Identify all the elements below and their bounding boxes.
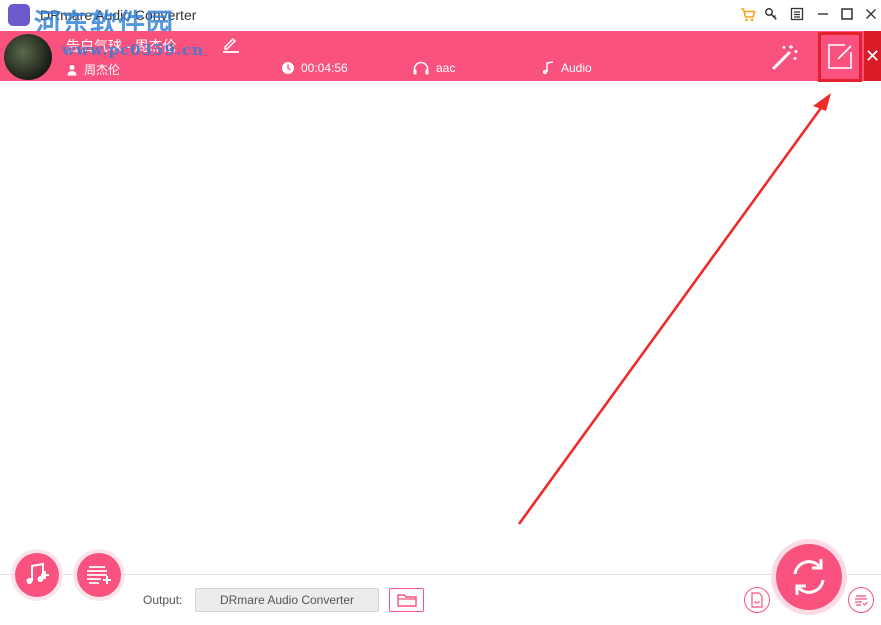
edit-icon	[828, 44, 852, 69]
key-icon[interactable]	[760, 4, 782, 24]
converted-history-button[interactable]	[744, 587, 770, 613]
output-path-field[interactable]: DRmare Audio Converter	[195, 588, 379, 612]
list-add-icon	[87, 566, 111, 584]
open-folder-button[interactable]	[389, 588, 424, 612]
refresh-icon	[793, 559, 825, 595]
app-logo	[8, 4, 30, 26]
maximize-button[interactable]	[836, 4, 858, 24]
cart-icon[interactable]	[737, 4, 759, 24]
track-artist: 周杰伦	[84, 63, 121, 77]
track-format-group: aac	[412, 61, 455, 75]
clock-icon	[282, 62, 294, 74]
folder-icon	[396, 594, 417, 607]
close-window-button[interactable]	[860, 4, 881, 24]
music-add-icon	[26, 562, 49, 584]
task-list-button[interactable]	[848, 587, 874, 613]
track-duration: 00:04:56	[301, 61, 348, 75]
document-icon	[751, 592, 763, 608]
annotation-arrow	[517, 93, 831, 525]
minimize-button[interactable]	[812, 4, 834, 24]
title-bar: DRmare Audio Converter 河东软件园	[0, 0, 881, 40]
remove-track-button[interactable]: ✕	[864, 31, 881, 81]
checklist-icon	[855, 595, 868, 606]
music-note-icon	[542, 61, 554, 75]
edit-button[interactable]	[818, 32, 862, 82]
headphones-icon	[413, 61, 429, 75]
magic-wand-icon[interactable]	[770, 42, 800, 72]
add-music-button[interactable]	[15, 553, 59, 597]
track-type: Audio	[561, 61, 592, 75]
menu-icon[interactable]	[786, 4, 808, 24]
rename-icon[interactable]	[220, 35, 242, 55]
person-icon	[67, 64, 77, 75]
add-list-button[interactable]	[77, 553, 121, 597]
output-label: Output:	[143, 593, 183, 607]
track-format: aac	[436, 61, 456, 75]
track-type-group: Audio	[541, 61, 592, 75]
watermark-url: www.pc0359.cn	[62, 41, 205, 59]
track-artist-group: 周杰伦	[66, 61, 120, 78]
bottom-divider	[0, 574, 881, 575]
track-duration-group: 00:04:56	[281, 61, 348, 75]
album-cover	[4, 34, 52, 80]
convert-button[interactable]	[776, 544, 842, 610]
